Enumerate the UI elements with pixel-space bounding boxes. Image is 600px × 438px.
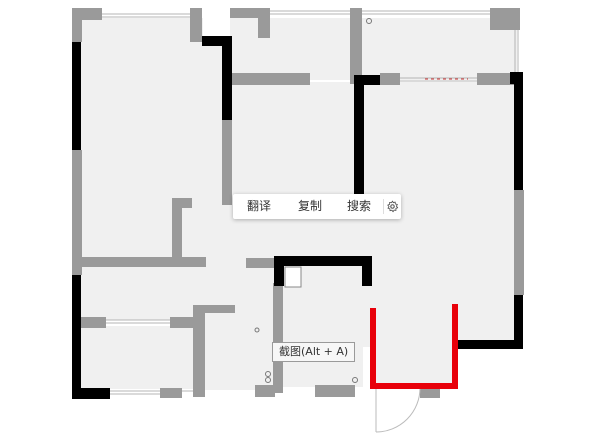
wall-bottom-left-h <box>81 317 106 328</box>
room-bedroom-middle <box>230 82 354 200</box>
room-bath <box>205 312 273 390</box>
wall-bottom-left-h2 <box>170 317 195 328</box>
wall-corridor-top <box>81 257 206 267</box>
screenshot-tooltip: 截图(Alt + A) <box>272 342 356 362</box>
wall-kitchen-right <box>362 256 372 286</box>
wall-hall-top <box>172 198 192 208</box>
fixture-kitchen-counter <box>284 266 302 288</box>
wall-kitchen-top <box>274 256 372 266</box>
wall-right-mid <box>514 190 524 295</box>
wall-top-left-inner <box>190 8 202 42</box>
wall-living-left <box>354 75 364 199</box>
wall-entry-bottom-right <box>420 388 440 398</box>
door-swing <box>375 387 421 433</box>
wall-top-mid-right <box>350 8 362 84</box>
wall-left-bottom <box>72 275 81 399</box>
wall-inner-vertical <box>222 120 232 205</box>
wall-hall-stub <box>246 258 274 268</box>
wall-left-top <box>72 42 81 150</box>
copy-button[interactable]: 复制 <box>285 194 335 219</box>
wall-mid-horizontal-right <box>380 73 400 85</box>
search-button[interactable]: 搜索 <box>335 194 383 219</box>
text-selection-toolbar: 翻译 复制 搜索 <box>233 194 401 219</box>
room-bedroom-2 <box>230 18 356 80</box>
wall-left-upper <box>72 150 82 275</box>
wall-kitchen-bottom <box>315 385 355 397</box>
wall-bedroom-right <box>222 36 232 120</box>
wall-top-left-cap <box>72 8 102 20</box>
wall-kitchen-left <box>273 283 283 393</box>
room-bottom-left <box>81 326 193 389</box>
wall-top-right-cap <box>490 8 520 30</box>
room-corridor <box>81 262 274 320</box>
settings-button[interactable] <box>384 194 401 219</box>
wall-mid-horizontal <box>230 73 310 85</box>
wall-bath-left <box>193 305 205 397</box>
wall-bottom-right <box>455 340 523 349</box>
wall-top-mid-stub <box>258 8 270 38</box>
room-entry <box>370 300 455 388</box>
wall-bottom-left <box>72 388 110 399</box>
wall-bath-bottom <box>255 385 275 397</box>
translate-button[interactable]: 翻译 <box>233 194 285 219</box>
wall-right-top <box>514 72 523 190</box>
wall-kitchen-top-left <box>274 256 284 286</box>
wall-bath-top <box>205 305 235 313</box>
floor-plan <box>72 8 524 433</box>
room-balcony-left <box>81 18 203 44</box>
wall-bottom-left-end <box>160 388 182 398</box>
gear-icon <box>387 200 399 213</box>
